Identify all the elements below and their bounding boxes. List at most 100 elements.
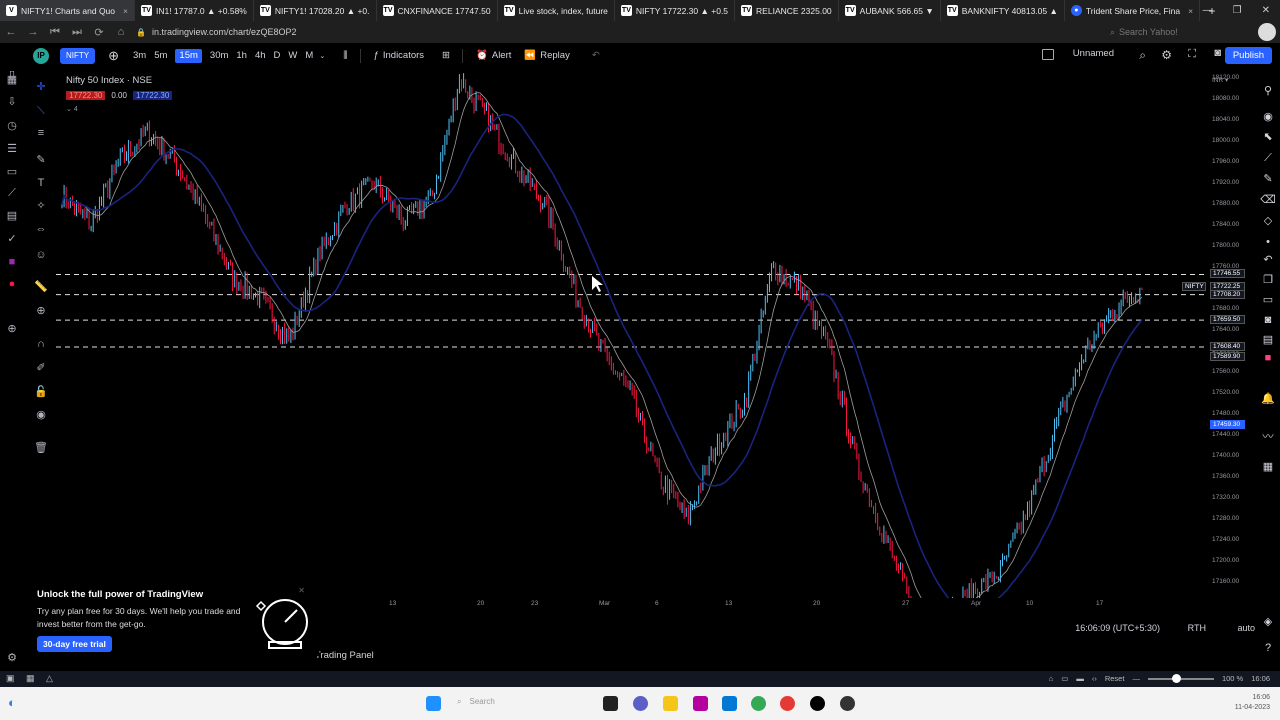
app-icon[interactable] [840,696,855,711]
window-icon[interactable]: ▭ [1061,674,1068,683]
clock-icon[interactable]: ◷ [4,119,20,133]
trash-icon[interactable]: 🗑 [33,441,49,455]
add-icon[interactable]: ⊕ [4,322,20,336]
price-scale[interactable]: INR ▾ 18120.00 18080.00 18040.00 18000.00 17… [1182,68,1256,598]
buy-price-badge[interactable]: 17722.30 [132,91,173,100]
url-field[interactable]: 🔒 in.tradingview.com/chart/ezQE8OP2 [136,24,1036,40]
layout-icon[interactable] [1042,49,1054,60]
trend-line-icon[interactable]: ⟍ [33,104,49,118]
cursor-icon[interactable]: ⬉ [1260,130,1276,144]
screenshot-icon[interactable]: ◙ [1260,313,1276,327]
close-icon[interactable]: ✕ [298,586,305,595]
symbol-search-button[interactable]: NIFTY [60,47,96,64]
code-icon[interactable]: ‹› [1092,674,1097,683]
browser-tab[interactable]: TV Live stock, index, future [498,0,615,21]
zoom-knob[interactable] [1171,673,1181,683]
session-toggle[interactable]: RTH [1188,623,1206,633]
card-icon[interactable]: ▭ [4,165,20,179]
symbol-title[interactable]: Nifty 50 Index · NSE [66,75,172,86]
step-icon[interactable]: ⏮ [44,26,66,39]
replay-button[interactable]: ⏪ Replay [524,50,569,61]
highlighter-icon[interactable]: ◇ [1260,214,1276,228]
folder-icon[interactable] [663,696,678,711]
close-window-icon[interactable]: ✕ [1262,5,1270,16]
layers-icon[interactable]: ◈ [1260,615,1276,629]
check-icon[interactable]: ✓ [4,232,20,246]
watchlist-icon[interactable]: ⚲ [1260,84,1276,98]
moving-average-slow[interactable] [61,113,1143,599]
interval-3m[interactable]: 3m [133,50,146,61]
timezone-clock[interactable]: 16:06:09 (UTC+5:30) [1075,623,1160,633]
search-yahoo-field[interactable]: ⌕ Search Yahoo! [1110,25,1220,39]
forward-icon[interactable]: → [22,26,44,38]
eraser-icon[interactable]: ⌫ [1260,193,1276,207]
calendar-icon[interactable]: ▤ [4,209,20,223]
brush-icon[interactable]: ✎ [1260,172,1276,186]
zoom-in-icon[interactable]: ⊕ [33,304,49,318]
browser-tab[interactable]: TV IN1! 17787.0 ▲ +0.58% [135,0,254,21]
undo-icon[interactable]: ↶ [1260,253,1276,267]
explorer-icon[interactable] [603,696,618,711]
interval-w[interactable]: W [288,50,297,61]
weather-icon[interactable]: ◐ [8,695,16,710]
zoom-out-icon[interactable]: — [1132,674,1140,683]
interval-1h[interactable]: 1h [236,50,247,61]
browser-tab[interactable]: TV NIFTY1! 17028.20 ▲ +0. [254,0,377,21]
price-chart[interactable] [56,68,1208,598]
play-icon[interactable]: ⏭ [66,26,88,39]
close-icon[interactable]: × [123,6,128,16]
publish-button[interactable]: Publish [1224,47,1272,64]
download-icon[interactable]: ⇩ [4,95,20,109]
interval-m[interactable]: M [305,50,313,61]
chart-icon[interactable]: ⟋ [4,186,20,200]
alert-button[interactable]: ⏰ Alert [476,50,511,61]
auto-scale-toggle[interactable]: auto [1237,623,1255,633]
smiley-icon[interactable]: ☺ [33,248,49,262]
chrome-icon[interactable] [751,696,766,711]
calendar-icon[interactable]: ▦ [1260,460,1276,474]
browser-tab[interactable]: TV CNXFINANCE 17747.50 [377,0,498,21]
help-icon[interactable]: ? [1260,641,1276,655]
eye-icon[interactable]: ◉ [33,408,49,422]
browser-tab[interactable]: ● Trident Share Price, Fina × [1065,0,1201,21]
indicators-button[interactable]: ƒ Indicators [374,50,424,61]
chat-icon[interactable] [633,696,648,711]
ruler-icon[interactable]: 📏 [33,280,49,294]
grid-icon[interactable]: ▦ [26,673,35,684]
free-trial-button[interactable]: 30-day free trial [37,636,112,652]
notes-icon[interactable]: ▤ [1260,333,1276,347]
back-icon[interactable]: ← [0,26,22,38]
browser-tab[interactable]: TV RELIANCE 2325.00 [735,0,839,21]
undo-icon[interactable]: ↶ [592,50,600,61]
interval-d[interactable]: D [274,50,281,61]
shape-icon[interactable]: △ [46,673,53,684]
taskbar-search[interactable]: ⌕ Search [457,697,495,707]
reload-icon[interactable]: ⟳ [88,26,110,39]
chart-canvas[interactable] [56,68,1208,598]
interval-5m[interactable]: 5m [154,50,167,61]
location-icon[interactable] [810,696,825,711]
dot-icon[interactable]: • [1260,235,1276,249]
chart-widget-icon[interactable]: 〰 [1260,430,1276,444]
screen-icon[interactable]: ▬ [1076,674,1084,683]
interval-4h[interactable]: 4h [255,50,266,61]
browser-tab[interactable]: TV BANKNIFTY 40813.05 ▲ [941,0,1065,21]
browser-tab[interactable]: V NIFTY1! Charts and Quo × [0,0,135,21]
horizontal-lines-icon[interactable]: ≡ [33,126,49,140]
lock-icon[interactable]: 🔓 [33,385,49,399]
candles-icon[interactable]: ⫼ [343,50,347,61]
trend-icon[interactable]: ⟋ [1260,151,1276,165]
layout-name[interactable]: Unnamed [1073,48,1114,59]
brush-icon[interactable]: ✎ [33,153,49,167]
app-icon[interactable]: ■ [4,255,20,269]
crosshair-icon[interactable]: ✛ [33,80,49,94]
moving-average-fast[interactable] [61,92,1143,599]
minimize-icon[interactable]: — [1203,5,1213,16]
pattern-icon[interactable]: ✧ [33,199,49,213]
windows-start-icon[interactable] [426,696,441,711]
system-clock[interactable]: 16:06 11-04-2023 [1235,693,1270,713]
magnet-icon[interactable]: ∩ [33,337,49,351]
gear-icon[interactable]: ⚙ [1161,48,1172,62]
trading-panel-tab[interactable]: Trading Panel [315,650,374,661]
fullscreen-icon[interactable]: ⛶ [1188,48,1196,61]
